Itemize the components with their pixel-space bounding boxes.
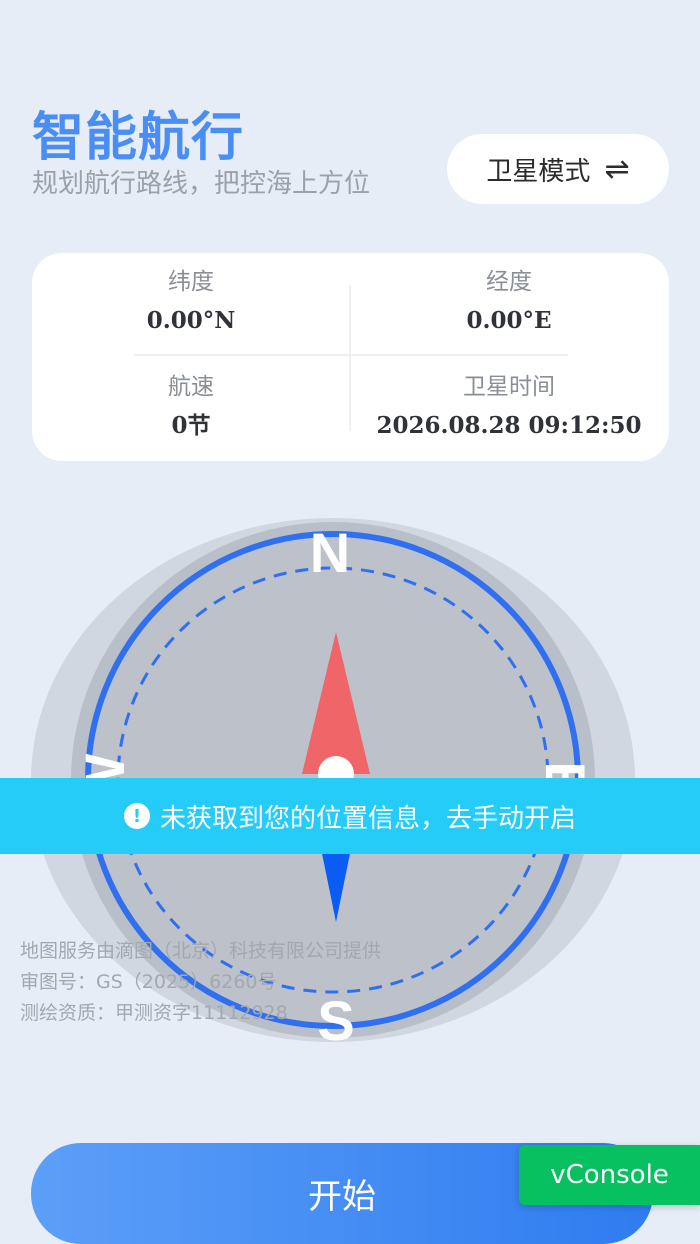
banner-text: 未获取到您的位置信息，去手动开启 — [159, 803, 576, 834]
map-credit: 地图服务由滴图（北京）科技有限公司提供 审图号：GS（2025）6260号 测绘… — [20, 936, 381, 1029]
page-title: 智能航行 — [32, 108, 245, 168]
speed-label: 航速 — [168, 374, 214, 400]
north-needle — [302, 632, 370, 774]
location-permission-banner[interactable]: ! 未获取到您的位置信息，去手动开启 — [0, 778, 700, 854]
swap-arrows-icon: ⇌ — [604, 151, 630, 187]
north-label: N — [310, 521, 350, 584]
map-credit-line: 地图服务由滴图（北京）科技有限公司提供 — [20, 940, 382, 962]
card-divider-horizontal — [134, 354, 568, 356]
longitude-value: 0.00°E — [466, 307, 552, 334]
navigation-info-card: 纬度 0.00°N 经度 0.00°E 航速 0节 卫星时间 2026.08.2… — [32, 253, 669, 461]
speed-cell: 航速 0节 — [32, 372, 350, 441]
longitude-label: 经度 — [486, 269, 532, 295]
satellite-time-label: 卫星时间 — [463, 374, 555, 400]
satellite-mode-button[interactable]: 卫星模式 ⇌ — [447, 134, 669, 204]
mode-label: 卫星模式 — [486, 156, 591, 187]
map-credit-line: 审图号：GS（2025）6260号 — [20, 971, 277, 993]
exclamation-icon: ! — [123, 803, 150, 829]
speed-value: 0节 — [171, 412, 211, 439]
longitude-cell: 经度 0.00°E — [350, 267, 668, 336]
vconsole-button[interactable]: vConsole — [519, 1145, 700, 1205]
satellite-time-cell: 卫星时间 2026.08.28 09:12:50 — [350, 372, 668, 441]
satellite-time-value: 2026.08.28 09:12:50 — [376, 412, 642, 439]
map-credit-line: 测绘资质：甲测资字11112928 — [20, 1002, 288, 1024]
page-subtitle: 规划航行路线，把控海上方位 — [32, 169, 371, 199]
latitude-value: 0.00°N — [146, 307, 236, 334]
latitude-label: 纬度 — [168, 269, 214, 295]
latitude-cell: 纬度 0.00°N — [32, 267, 350, 336]
